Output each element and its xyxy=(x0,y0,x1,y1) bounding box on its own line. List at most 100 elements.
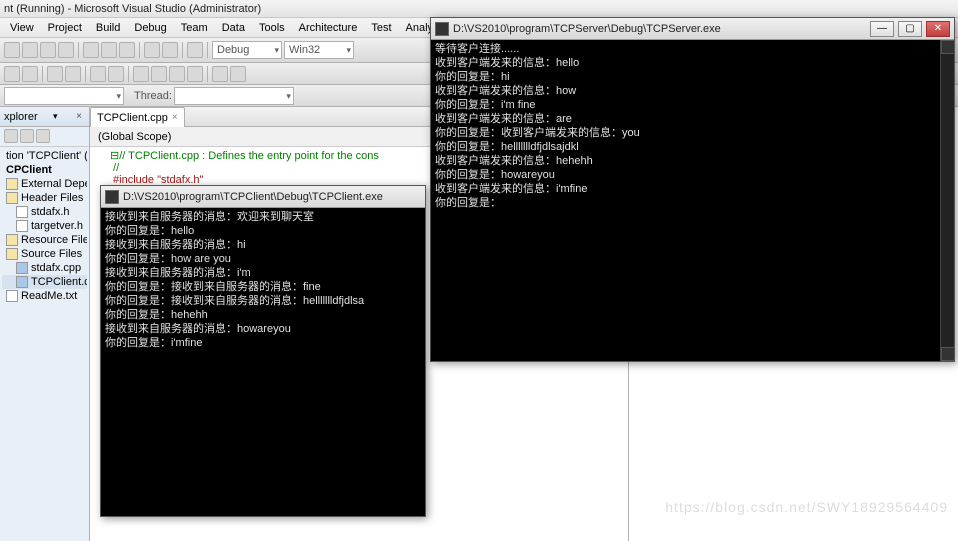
console-line: 收到客户端发来的信息：hehehh xyxy=(435,154,950,168)
server-title: D:\VS2010\program\TCPServer\Debug\TCPSer… xyxy=(453,23,866,35)
comment-icon[interactable] xyxy=(47,66,63,82)
client-title: D:\VS2010\program\TCPClient\Debug\TCPCli… xyxy=(123,191,421,203)
toggle2-icon[interactable] xyxy=(151,66,167,82)
console-line: 你的回复是：hehehh xyxy=(105,308,421,322)
tree-item[interactable]: targetver.h xyxy=(2,219,87,233)
console-line: 你的回复是：收到客户端发来的信息：you xyxy=(435,126,950,140)
separator-icon xyxy=(128,66,129,82)
minimize-button[interactable]: — xyxy=(870,21,894,37)
menu-view[interactable]: View xyxy=(4,20,40,36)
platform-combo[interactable]: Win32 xyxy=(284,41,354,59)
console-line: 收到客户端发来的信息：hello xyxy=(435,56,950,70)
tree-item[interactable]: External Depend xyxy=(2,177,87,191)
explorer-toolbar xyxy=(0,127,89,147)
console-line: 收到客户端发来的信息：i'mfine xyxy=(435,182,950,196)
scrollbar[interactable] xyxy=(940,40,954,361)
undo-icon[interactable] xyxy=(144,42,160,58)
tab-tcpclient[interactable]: TCPClient.cpp × xyxy=(90,107,185,127)
menu-build[interactable]: Build xyxy=(90,20,126,36)
file-icon xyxy=(16,220,28,232)
console-line: 你的回复是：i'm fine xyxy=(435,98,950,112)
solution-node[interactable]: tion 'TCPClient' (1 p xyxy=(2,149,87,163)
tree-label: stdafx.h xyxy=(31,206,70,218)
toggle3-icon[interactable] xyxy=(169,66,185,82)
menu-debug[interactable]: Debug xyxy=(128,20,172,36)
client-output[interactable]: 接收到来自服务器的消息：欢迎来到聊天室你的回复是：hello接收到来自服务器的消… xyxy=(101,208,425,352)
new-icon[interactable] xyxy=(4,42,20,58)
console-line: 收到客户端发来的信息：are xyxy=(435,112,950,126)
separator-icon xyxy=(85,66,86,82)
fold-icon xyxy=(6,178,18,190)
cpp-icon xyxy=(16,262,28,274)
tree-item[interactable]: TCPClient.cpp xyxy=(2,275,87,289)
menu-team[interactable]: Team xyxy=(175,20,214,36)
menu-test[interactable]: Test xyxy=(365,20,397,36)
fold-icon xyxy=(6,192,18,204)
pin-icon[interactable]: ▾ xyxy=(53,111,58,122)
menu-architecture[interactable]: Architecture xyxy=(293,20,364,36)
tree-item[interactable]: Header Files xyxy=(2,191,87,205)
show-all-icon[interactable] xyxy=(20,129,34,143)
process-combo[interactable] xyxy=(4,87,124,105)
separator-icon xyxy=(182,42,183,58)
toggle4-icon[interactable] xyxy=(187,66,203,82)
tree-label: External Depend xyxy=(21,178,87,190)
outdent-icon[interactable] xyxy=(22,66,38,82)
tree-item[interactable]: stdafx.h xyxy=(2,205,87,219)
bookmark-icon[interactable] xyxy=(90,66,106,82)
next-bookmark-icon[interactable] xyxy=(108,66,124,82)
refresh-icon[interactable] xyxy=(36,129,50,143)
tree-item[interactable]: stdafx.cpp xyxy=(2,261,87,275)
window-title: nt (Running) - Microsoft Visual Studio (… xyxy=(0,0,958,18)
explorer-title: xplorer xyxy=(4,111,38,123)
save-icon[interactable] xyxy=(40,42,56,58)
separator-icon xyxy=(207,42,208,58)
open-icon[interactable] xyxy=(22,42,38,58)
uncomment-icon[interactable] xyxy=(65,66,81,82)
thread-combo[interactable] xyxy=(174,87,294,105)
step-icon[interactable] xyxy=(212,66,228,82)
file-icon xyxy=(16,206,28,218)
scroll-up-icon[interactable] xyxy=(941,40,955,54)
project-node[interactable]: CPClient xyxy=(2,163,87,177)
solution-explorer: xplorer ▾ × tion 'TCPClient' (1 p CPClie… xyxy=(0,107,90,541)
tab-close-icon[interactable]: × xyxy=(172,112,178,123)
console-line: 接收到来自服务器的消息：i'm xyxy=(105,266,421,280)
server-console-window[interactable]: D:\VS2010\program\TCPServer\Debug\TCPSer… xyxy=(430,17,955,362)
config-combo[interactable]: Debug xyxy=(212,41,282,59)
tree-item[interactable]: Resource Files xyxy=(2,233,87,247)
console-line: 你的回复是：hellllllldfjdlsajdkl xyxy=(435,140,950,154)
close-icon[interactable]: × xyxy=(73,111,85,123)
separator-icon xyxy=(78,42,79,58)
app-icon xyxy=(435,22,449,36)
tree-label: ReadMe.txt xyxy=(21,290,77,302)
paste-icon[interactable] xyxy=(119,42,135,58)
copy-icon[interactable] xyxy=(101,42,117,58)
cut-icon[interactable] xyxy=(83,42,99,58)
console-line: 你的回复是：how are you xyxy=(105,252,421,266)
step-over-icon[interactable] xyxy=(230,66,246,82)
server-output[interactable]: 等待客户连接......收到客户端发来的信息：hello你的回复是：hi收到客户… xyxy=(431,40,954,212)
separator-icon xyxy=(42,66,43,82)
tree-item[interactable]: ReadMe.txt xyxy=(2,289,87,303)
start-icon[interactable] xyxy=(187,42,203,58)
file-icon xyxy=(6,290,18,302)
close-button[interactable]: ✕ xyxy=(926,21,950,37)
maximize-button[interactable]: ▢ xyxy=(898,21,922,37)
console-line: 收到客户端发来的信息：how xyxy=(435,84,950,98)
properties-icon[interactable] xyxy=(4,129,18,143)
client-console-window[interactable]: D:\VS2010\program\TCPClient\Debug\TCPCli… xyxy=(100,185,426,517)
cpp-icon xyxy=(16,276,28,288)
tree-label: targetver.h xyxy=(31,220,83,232)
redo-icon[interactable] xyxy=(162,42,178,58)
scroll-down-icon[interactable] xyxy=(941,347,955,361)
tab-label: TCPClient.cpp xyxy=(97,112,168,124)
menu-tools[interactable]: Tools xyxy=(253,20,291,36)
indent-icon[interactable] xyxy=(4,66,20,82)
menu-data[interactable]: Data xyxy=(216,20,251,36)
menu-project[interactable]: Project xyxy=(42,20,88,36)
save-all-icon[interactable] xyxy=(58,42,74,58)
toggle-icon[interactable] xyxy=(133,66,149,82)
tree-item[interactable]: Source Files xyxy=(2,247,87,261)
console-line: 你的回复是：hello xyxy=(105,224,421,238)
